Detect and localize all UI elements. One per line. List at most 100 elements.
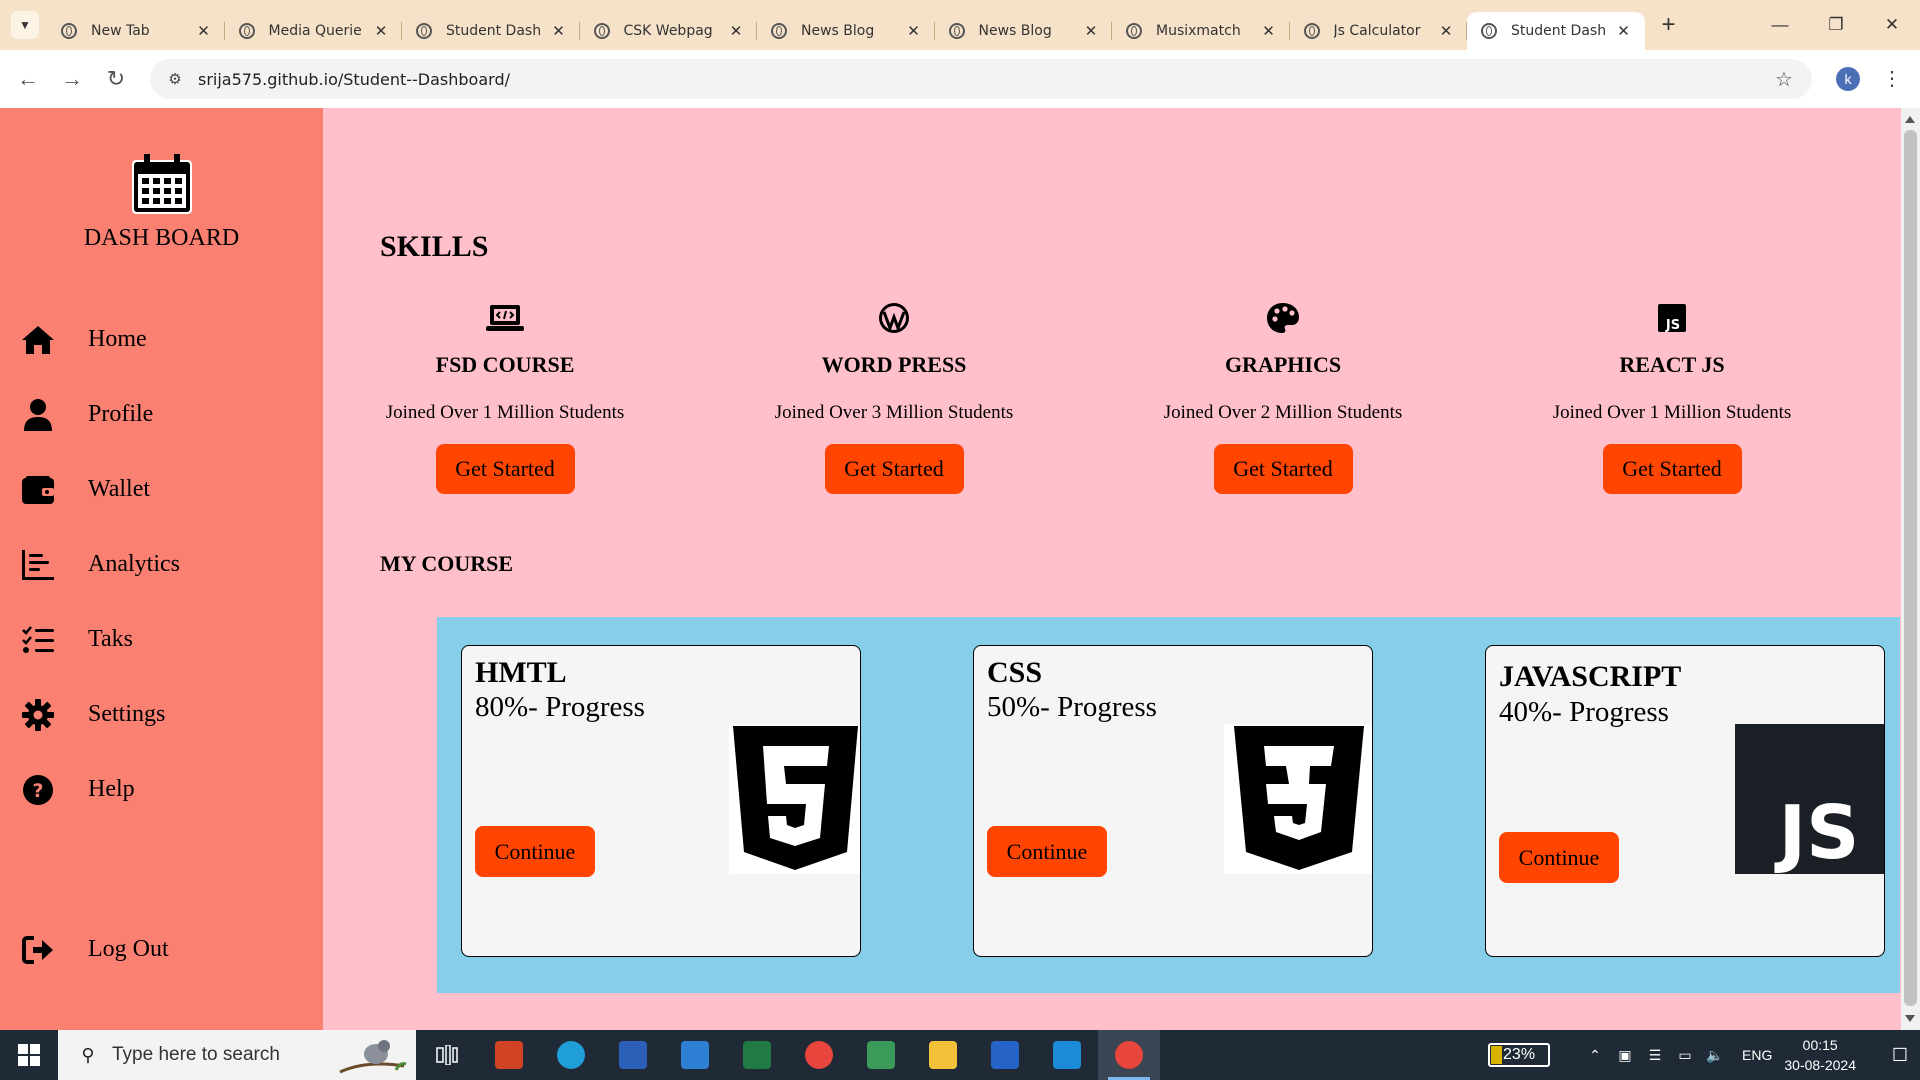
js-logo-icon: JS bbox=[1735, 724, 1884, 879]
system-clock[interactable]: 00:15 30-08-2024 bbox=[1784, 1035, 1856, 1075]
site-info-icon[interactable]: ⚙ bbox=[156, 70, 194, 88]
calendar-icon bbox=[130, 154, 194, 221]
clock-time: 00:15 bbox=[1802, 1037, 1838, 1053]
page-viewport: DASH BOARD Home Profile Wallet Analytics… bbox=[0, 108, 1920, 1030]
window-controls: — ❐ ✕ bbox=[1752, 0, 1920, 50]
page-scrollbar[interactable] bbox=[1901, 108, 1920, 1030]
skill-card-wordpress: WORD PRESS Joined Over 3 Million Student… bbox=[754, 298, 1034, 494]
bookmark-star-icon[interactable]: ☆ bbox=[1766, 67, 1802, 92]
continue-button[interactable]: Continue bbox=[475, 826, 595, 877]
tab-close-icon[interactable]: ✕ bbox=[1260, 22, 1278, 40]
meet-now-icon[interactable]: ▣ bbox=[1610, 1047, 1640, 1064]
tab-close-icon[interactable]: ✕ bbox=[550, 22, 568, 40]
tab-close-icon[interactable]: ✕ bbox=[372, 22, 390, 40]
wordpress-icon bbox=[754, 298, 1034, 338]
tab-close-icon[interactable]: ✕ bbox=[195, 22, 213, 40]
wifi-icon[interactable]: ☰ bbox=[1640, 1047, 1670, 1064]
forward-arrow-icon[interactable]: → bbox=[52, 59, 92, 99]
kebab-menu-icon[interactable]: ⋮ bbox=[1880, 66, 1904, 92]
windows-taskbar: ⚲ Type here to search 23% ⌃ ▣ ☰ ▭ 🔈 ENG … bbox=[0, 1030, 1920, 1080]
restore-icon[interactable]: ❐ bbox=[1808, 0, 1864, 50]
js-square-icon: JS bbox=[1532, 298, 1812, 338]
get-started-button[interactable]: Get Started bbox=[435, 444, 575, 494]
browser-tab[interactable]: Student Dash ✕ bbox=[402, 12, 580, 50]
continue-button[interactable]: Continue bbox=[987, 826, 1107, 877]
chrome-profile-active-icon[interactable] bbox=[1098, 1030, 1160, 1080]
sidebar-item-settings[interactable]: Settings bbox=[0, 677, 323, 752]
windows-start-icon[interactable] bbox=[0, 1030, 58, 1080]
task-view-icon[interactable] bbox=[416, 1030, 478, 1080]
sidebar-item-home[interactable]: Home bbox=[0, 302, 323, 377]
chevron-up-icon[interactable]: ⌃ bbox=[1580, 1047, 1610, 1064]
tab-search-chevron-icon[interactable]: ▼ bbox=[11, 11, 39, 39]
sidebar-item-label: Taks bbox=[88, 626, 133, 652]
language-indicator[interactable]: ENG bbox=[1742, 1047, 1772, 1063]
edge-browser-icon[interactable] bbox=[540, 1030, 602, 1080]
logout-icon bbox=[20, 932, 56, 968]
battery-icon[interactable]: ▭ bbox=[1670, 1047, 1700, 1064]
sidebar-item-profile[interactable]: Profile bbox=[0, 377, 323, 452]
logout-row[interactable]: Log Out bbox=[0, 912, 323, 987]
scrollbar-thumb[interactable] bbox=[1904, 130, 1917, 1006]
taskbar-search-box[interactable]: ⚲ Type here to search bbox=[58, 1030, 416, 1080]
scroll-up-arrow-icon[interactable] bbox=[1905, 116, 1915, 123]
globe-icon bbox=[238, 23, 255, 39]
course-name: CSS bbox=[987, 656, 1043, 689]
scroll-down-arrow-icon[interactable] bbox=[1905, 1015, 1915, 1022]
browser-tab[interactable]: Media Querie ✕ bbox=[225, 12, 403, 50]
sidebar-item-wallet[interactable]: Wallet bbox=[0, 452, 323, 527]
excel-app-icon[interactable] bbox=[726, 1030, 788, 1080]
tab-close-icon[interactable]: ✕ bbox=[1082, 22, 1100, 40]
sidebar-item-analytics[interactable]: Analytics bbox=[0, 527, 323, 602]
tab-close-icon[interactable]: ✕ bbox=[1615, 22, 1633, 40]
sidebar-nav: Home Profile Wallet Analytics Taks Setti… bbox=[0, 302, 323, 827]
skill-name: FSD COURSE bbox=[435, 352, 575, 377]
back-arrow-icon[interactable]: ← bbox=[8, 59, 48, 99]
browser-tab[interactable]: News Blog ✕ bbox=[757, 12, 935, 50]
globe-icon bbox=[771, 23, 787, 39]
speaker-icon[interactable]: 🔈 bbox=[1700, 1047, 1730, 1064]
notification-icon[interactable]: ☐ bbox=[1880, 1045, 1920, 1066]
address-bar[interactable]: ⚙ srija575.github.io/Student--Dashboard/… bbox=[150, 59, 1812, 99]
browser-tab[interactable]: CSK Webpag ✕ bbox=[580, 12, 758, 50]
search-highlight-illustration-icon bbox=[336, 1036, 408, 1076]
file-explorer-pinned-icon[interactable] bbox=[664, 1030, 726, 1080]
sidebar-item-help[interactable]: ? Help bbox=[0, 752, 323, 827]
browser-tab[interactable]: Musixmatch ✕ bbox=[1112, 12, 1290, 50]
sidebar-item-label: Help bbox=[88, 776, 135, 802]
get-started-button[interactable]: Get Started bbox=[824, 444, 964, 494]
close-window-icon[interactable]: ✕ bbox=[1864, 0, 1920, 50]
minimize-icon[interactable]: — bbox=[1752, 0, 1808, 50]
vscode-app-icon[interactable] bbox=[1036, 1030, 1098, 1080]
get-started-button[interactable]: Get Started bbox=[1602, 444, 1742, 494]
continue-button[interactable]: Continue bbox=[1499, 832, 1619, 883]
powerpoint-app-icon[interactable] bbox=[478, 1030, 540, 1080]
word-app-icon[interactable] bbox=[602, 1030, 664, 1080]
skill-description: Joined Over 3 Million Students bbox=[774, 402, 1014, 423]
reload-icon[interactable]: ↻ bbox=[96, 59, 136, 99]
remote-desktop-icon[interactable] bbox=[974, 1030, 1036, 1080]
new-tab-button[interactable]: + bbox=[1651, 11, 1687, 39]
browser-tab[interactable]: News Blog ✕ bbox=[935, 12, 1113, 50]
help-icon: ? bbox=[20, 772, 56, 808]
skill-name: WORD PRESS bbox=[821, 352, 967, 377]
sidebar-item-logout[interactable]: Log Out bbox=[0, 912, 323, 987]
tab-title: News Blog bbox=[801, 23, 875, 39]
chrome-browser-icon[interactable] bbox=[788, 1030, 850, 1080]
photos-app-icon[interactable] bbox=[850, 1030, 912, 1080]
tab-close-icon[interactable]: ✕ bbox=[727, 22, 745, 40]
battery-indicator[interactable]: 23% bbox=[1488, 1043, 1551, 1067]
get-started-button[interactable]: Get Started bbox=[1213, 444, 1353, 494]
browser-tab[interactable]: Js Calculator ✕ bbox=[1290, 12, 1468, 50]
tab-close-icon[interactable]: ✕ bbox=[905, 22, 923, 40]
profile-avatar[interactable]: k bbox=[1836, 67, 1860, 91]
wallet-icon bbox=[20, 472, 56, 508]
browser-tab[interactable]: New Tab ✕ bbox=[47, 12, 225, 50]
tab-title: Media Querie bbox=[268, 23, 362, 39]
tab-close-icon[interactable]: ✕ bbox=[1437, 22, 1455, 40]
folder-icon[interactable] bbox=[912, 1030, 974, 1080]
url-text[interactable]: srija575.github.io/Student--Dashboard/ bbox=[198, 70, 1766, 89]
sidebar-item-tasks[interactable]: Taks bbox=[0, 602, 323, 677]
browser-tab-active[interactable]: Student Dash ✕ bbox=[1467, 12, 1645, 50]
logout-label: Log Out bbox=[88, 936, 169, 962]
